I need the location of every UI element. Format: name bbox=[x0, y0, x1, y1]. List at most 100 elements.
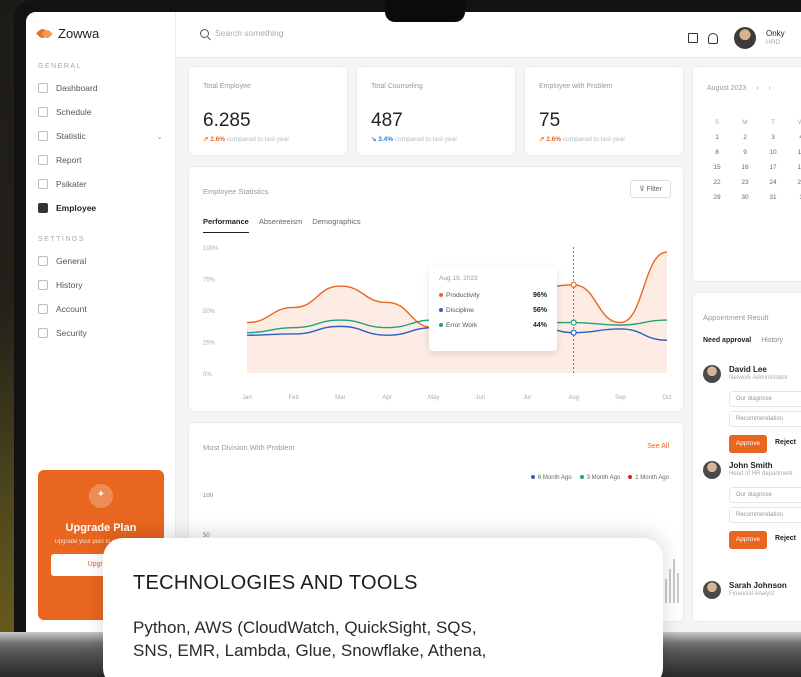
sidebar-item-psikater[interactable]: Psikater bbox=[38, 174, 163, 194]
calendar-day[interactable]: 25 bbox=[787, 179, 801, 186]
calendar-day[interactable]: 10 bbox=[759, 149, 787, 156]
sidebar-item-general[interactable]: General bbox=[38, 251, 163, 271]
general-section-label: GENERAL bbox=[38, 63, 82, 70]
tab-absenteeism[interactable]: Absenteeism bbox=[259, 217, 302, 233]
top-actions: Onky HRD bbox=[688, 27, 785, 49]
approve-button[interactable]: Approve bbox=[729, 435, 767, 453]
filter-button[interactable]: ⊽ Filter bbox=[630, 180, 671, 198]
calendar-day[interactable]: 11 bbox=[787, 149, 801, 156]
sidebar-item-account[interactable]: Account bbox=[38, 299, 163, 319]
stat-value: 6.285 bbox=[203, 110, 251, 131]
legend-item: 1 Month Ago bbox=[628, 475, 669, 481]
calendar-day[interactable]: 18 bbox=[787, 164, 801, 171]
calendar-day[interactable]: 23 bbox=[731, 179, 759, 186]
person-name: John Smith bbox=[729, 461, 773, 470]
sidebar-item-security[interactable]: Security bbox=[38, 323, 163, 343]
next-month-button[interactable]: › bbox=[769, 85, 771, 92]
diagnose-field[interactable]: Our diagnose bbox=[729, 487, 801, 503]
notification-icon[interactable] bbox=[708, 32, 718, 44]
calendar-day[interactable]: 4 bbox=[787, 134, 801, 141]
panel-title: Employee Statistics bbox=[203, 187, 269, 196]
y-tick-label: 100% bbox=[203, 246, 219, 252]
sidebar-item-employee[interactable]: Employee bbox=[38, 198, 163, 218]
stat-card-total-employee: Total Employee 6.285 ↗ 2.6% compared to … bbox=[188, 66, 348, 156]
sidebar-item-label: Dashboard bbox=[56, 83, 98, 93]
tab-need-approval[interactable]: Need approval bbox=[703, 337, 751, 344]
avatar[interactable] bbox=[734, 27, 756, 49]
sidebar-item-label: Account bbox=[56, 304, 87, 314]
see-all-link[interactable]: See All bbox=[647, 443, 669, 450]
reject-button[interactable]: Reject bbox=[775, 535, 796, 542]
calendar-day[interactable]: 3 bbox=[759, 134, 787, 141]
sidebar-item-label: History bbox=[56, 280, 83, 290]
sidebar-item-schedule[interactable]: Schedule bbox=[38, 102, 163, 122]
tooltip-row: Error Work 44% bbox=[439, 322, 547, 329]
recommendation-field[interactable]: Recommendation bbox=[729, 507, 801, 523]
calendar-day[interactable]: 8 bbox=[703, 149, 731, 156]
search-input[interactable]: Search something bbox=[200, 28, 284, 38]
recommendation-field[interactable]: Recommendation bbox=[729, 411, 801, 427]
users-icon bbox=[38, 203, 48, 213]
stat-value: 487 bbox=[371, 110, 403, 131]
calendar-day[interactable]: 22 bbox=[703, 179, 731, 186]
sidebar-item-history[interactable]: History bbox=[38, 275, 163, 295]
heart-icon bbox=[38, 179, 48, 189]
user-name: Onky bbox=[766, 29, 785, 39]
prev-month-button[interactable]: ‹ bbox=[756, 85, 758, 92]
settings-section-label: SETTINGS bbox=[38, 236, 86, 243]
upgrade-title: Upgrade Plan bbox=[65, 522, 137, 534]
tooltip-date: Aug 19, 2023 bbox=[439, 275, 478, 282]
hover-point bbox=[570, 329, 577, 336]
sidebar-item-report[interactable]: Report bbox=[38, 150, 163, 170]
calendar-day[interactable]: 29 bbox=[703, 194, 731, 201]
y-tick-label: 0% bbox=[203, 372, 212, 378]
tab-history[interactable]: History bbox=[761, 337, 783, 344]
stat-card-employee-with-problem: Employee with Problem 75 ↗ 2.6% compared… bbox=[524, 66, 684, 156]
window-icon[interactable] bbox=[688, 33, 698, 43]
calendar-day[interactable]: 16 bbox=[731, 164, 759, 171]
reject-button[interactable]: Reject bbox=[775, 439, 796, 446]
sidebar-item-statistic[interactable]: Statistic ⌄ bbox=[38, 126, 163, 146]
sidebar-item-label: Psikater bbox=[56, 179, 87, 189]
division-bar bbox=[665, 579, 667, 603]
diagnose-field[interactable]: Our diagnose bbox=[729, 391, 801, 407]
user-info[interactable]: Onky HRD bbox=[766, 29, 785, 46]
avatar bbox=[703, 581, 721, 599]
calendar-day[interactable]: 1 bbox=[703, 134, 731, 141]
approve-button[interactable]: Approve bbox=[729, 531, 767, 549]
calendar-day[interactable]: 1 bbox=[787, 194, 801, 201]
stat-label: Total Employee bbox=[203, 83, 251, 90]
home-icon bbox=[38, 83, 48, 93]
person-name: David Lee bbox=[729, 365, 767, 374]
tab-performance[interactable]: Performance bbox=[203, 217, 249, 233]
stat-card-total-counseling: Total Counseling 487 ↘ 3.4% compared to … bbox=[356, 66, 516, 156]
stat-value: 75 bbox=[539, 110, 561, 131]
y-tick-label: 25% bbox=[203, 341, 216, 347]
x-tick-label: Feb bbox=[288, 395, 299, 401]
tooltip-row: Productivity 96% bbox=[439, 292, 547, 299]
calendar-icon bbox=[38, 107, 48, 117]
calendar-day[interactable]: 31 bbox=[759, 194, 787, 201]
calendar-day[interactable]: 9 bbox=[731, 149, 759, 156]
calendar-day[interactable]: 24 bbox=[759, 179, 787, 186]
sidebar-item-label: General bbox=[56, 256, 87, 266]
calendar-grid: SMTW123489101115161718222324252930311 bbox=[703, 119, 801, 201]
sparkle-icon bbox=[89, 484, 113, 508]
y-tick-label: 75% bbox=[203, 278, 216, 284]
weekday-label: S bbox=[714, 119, 720, 126]
division-bar bbox=[669, 569, 671, 603]
calendar-day[interactable]: 17 bbox=[759, 164, 787, 171]
calendar-card: August 2023 ‹ › SMTW12348910111516171822… bbox=[692, 66, 801, 282]
tooltip-row: Discipline 56% bbox=[439, 307, 547, 314]
sidebar-item-label: Report bbox=[56, 155, 82, 165]
brand[interactable]: Zowwa bbox=[38, 26, 163, 41]
technologies-heading: TECHNOLOGIES AND TOOLS bbox=[133, 572, 418, 594]
panel-title: Most Division With Problem bbox=[203, 443, 295, 452]
calendar-day[interactable]: 30 bbox=[731, 194, 759, 201]
lock-icon bbox=[38, 328, 48, 338]
tab-demographics[interactable]: Demographics bbox=[312, 217, 360, 233]
sidebar-item-dashboard[interactable]: Dashboard bbox=[38, 78, 163, 98]
appointment-tabs: Need approval History bbox=[703, 337, 783, 344]
calendar-day[interactable]: 2 bbox=[731, 134, 759, 141]
calendar-day[interactable]: 15 bbox=[703, 164, 731, 171]
